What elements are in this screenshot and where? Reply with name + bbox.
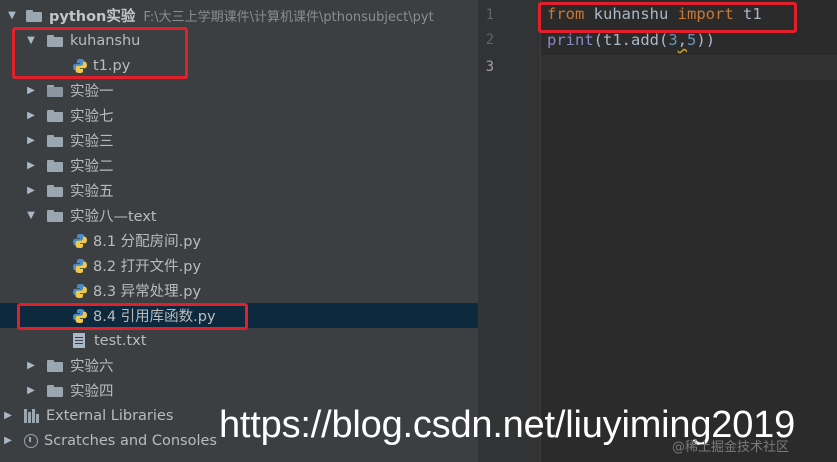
line-number: 1 [485, 7, 494, 23]
code-editor[interactable]: from kuhanshu import t1 print(t1.add(3,5… [538, 0, 837, 462]
folder-icon [47, 109, 63, 122]
tree-row-exp3[interactable]: ▶ 实验三 [0, 128, 478, 153]
line-number: 3 [485, 59, 494, 75]
folder-icon [47, 209, 63, 222]
tree-item-label: kuhanshu [70, 32, 141, 49]
root-folder-path: F:\大三上学期课件\计算机课件\pthonsubject\pyt [143, 10, 434, 25]
text-file-icon [73, 333, 85, 348]
module-name: kuhanshu [584, 5, 678, 23]
python-file-icon [72, 283, 88, 299]
tree-item-label: 实验四 [70, 384, 114, 400]
watermark-small: @稀土掘金技术社区 [672, 440, 790, 455]
tree-row-exp7[interactable]: ▶ 实验七 [0, 103, 478, 128]
keyword-import: import [677, 5, 734, 23]
python-file-icon [72, 258, 88, 274]
current-line-highlight [541, 55, 837, 80]
tree-item-label: 实验五 [70, 184, 114, 200]
scratches-icon [24, 433, 38, 448]
tree-row-8-2[interactable]: 8.2 打开文件.py [0, 253, 478, 278]
tree-item-label: test.txt [94, 332, 147, 349]
imported-name: t1 [733, 5, 762, 23]
call-close: )) [696, 31, 716, 49]
chevron-down-icon[interactable]: ▼ [25, 35, 37, 47]
folder-icon [47, 184, 63, 197]
tree-item-label: 实验三 [70, 134, 114, 150]
tree-item-label: 8.1 分配房间.py [93, 234, 202, 250]
keyword-from: from [547, 5, 585, 23]
folder-icon [47, 384, 63, 397]
tree-row-root[interactable]: ▼ python实验 F:\大三上学期课件\计算机课件\pthonsubject… [0, 3, 478, 28]
chevron-right-icon[interactable]: ▶ [25, 385, 37, 397]
tree-row-exp8[interactable]: ▼ 实验八—text [0, 203, 478, 228]
chevron-down-icon[interactable]: ▼ [25, 210, 37, 222]
folder-icon [26, 9, 42, 22]
folder-icon [47, 34, 63, 47]
tree-row-exp4[interactable]: ▶ 实验四 [0, 378, 478, 403]
number-literal: 5 [687, 31, 697, 49]
tree-item-label: 实验六 [70, 359, 114, 375]
tree-row-8-1[interactable]: 8.1 分配房间.py [0, 228, 478, 253]
root-folder-label: python实验 [49, 9, 136, 25]
folder-icon [47, 359, 63, 372]
tree-row-exp5[interactable]: ▶ 实验五 [0, 178, 478, 203]
library-icon [24, 408, 40, 423]
tree-row-kuhanshu[interactable]: ▼ kuhanshu [0, 28, 478, 53]
tree-row-exp1[interactable]: ▶ 实验一 [0, 78, 478, 103]
number-literal: 3 [668, 31, 678, 49]
code-line-2[interactable]: print(t1.add(3,5)) [547, 31, 715, 49]
python-file-icon [72, 233, 88, 249]
tree-item-label: 实验一 [70, 84, 114, 100]
tree-item-label: 实验八—text [70, 209, 157, 225]
folder-icon [47, 159, 63, 172]
tree-item-label: 实验二 [70, 159, 114, 175]
folder-icon [47, 134, 63, 147]
chevron-right-icon[interactable]: ▶ [25, 360, 37, 372]
project-tool-window: ▼ python实验 F:\大三上学期课件\计算机课件\pthonsubject… [0, 0, 478, 462]
tree-row-exp2[interactable]: ▶ 实验二 [0, 153, 478, 178]
chevron-right-icon[interactable]: ▶ [25, 185, 37, 197]
chevron-right-icon[interactable]: ▶ [25, 110, 37, 122]
tree-item-label: t1.py [93, 57, 131, 74]
folder-icon [47, 84, 63, 97]
tree-row-t1-py[interactable]: t1.py [0, 53, 478, 78]
comma-warning: , [677, 31, 688, 49]
chevron-right-icon[interactable]: ▶ [25, 135, 37, 147]
tree-item-label: 8.2 打开文件.py [93, 259, 202, 275]
builtin-print: print [547, 31, 594, 49]
tree-item-label: 8.4 引用库函数.py [93, 309, 216, 325]
python-file-icon [72, 58, 88, 74]
tree-row-exp6[interactable]: ▶ 实验六 [0, 353, 478, 378]
chevron-right-icon[interactable]: ▶ [25, 85, 37, 97]
tree-item-label: External Libraries [46, 407, 174, 424]
tree-row-8-4[interactable]: 8.4 引用库函数.py [0, 303, 478, 328]
code-line-1[interactable]: from kuhanshu import t1 [547, 5, 762, 23]
chevron-right-icon[interactable]: ▶ [2, 435, 14, 447]
tree-item-label: Scratches and Consoles [44, 432, 217, 449]
chevron-right-icon[interactable]: ▶ [25, 160, 37, 172]
tree-item-label: 实验七 [70, 109, 114, 125]
tree-item-label: 8.3 异常处理.py [93, 284, 202, 300]
call-open: (t1.add( [593, 31, 669, 49]
python-file-icon [72, 308, 88, 324]
chevron-down-icon[interactable]: ▼ [6, 10, 18, 22]
tree-row-8-3[interactable]: 8.3 异常处理.py [0, 278, 478, 303]
line-number: 2 [485, 32, 494, 48]
line-number-gutter: 1 2 3 [478, 0, 541, 462]
chevron-right-icon[interactable]: ▶ [2, 410, 14, 422]
tree-row-test-txt[interactable]: test.txt [0, 328, 478, 353]
